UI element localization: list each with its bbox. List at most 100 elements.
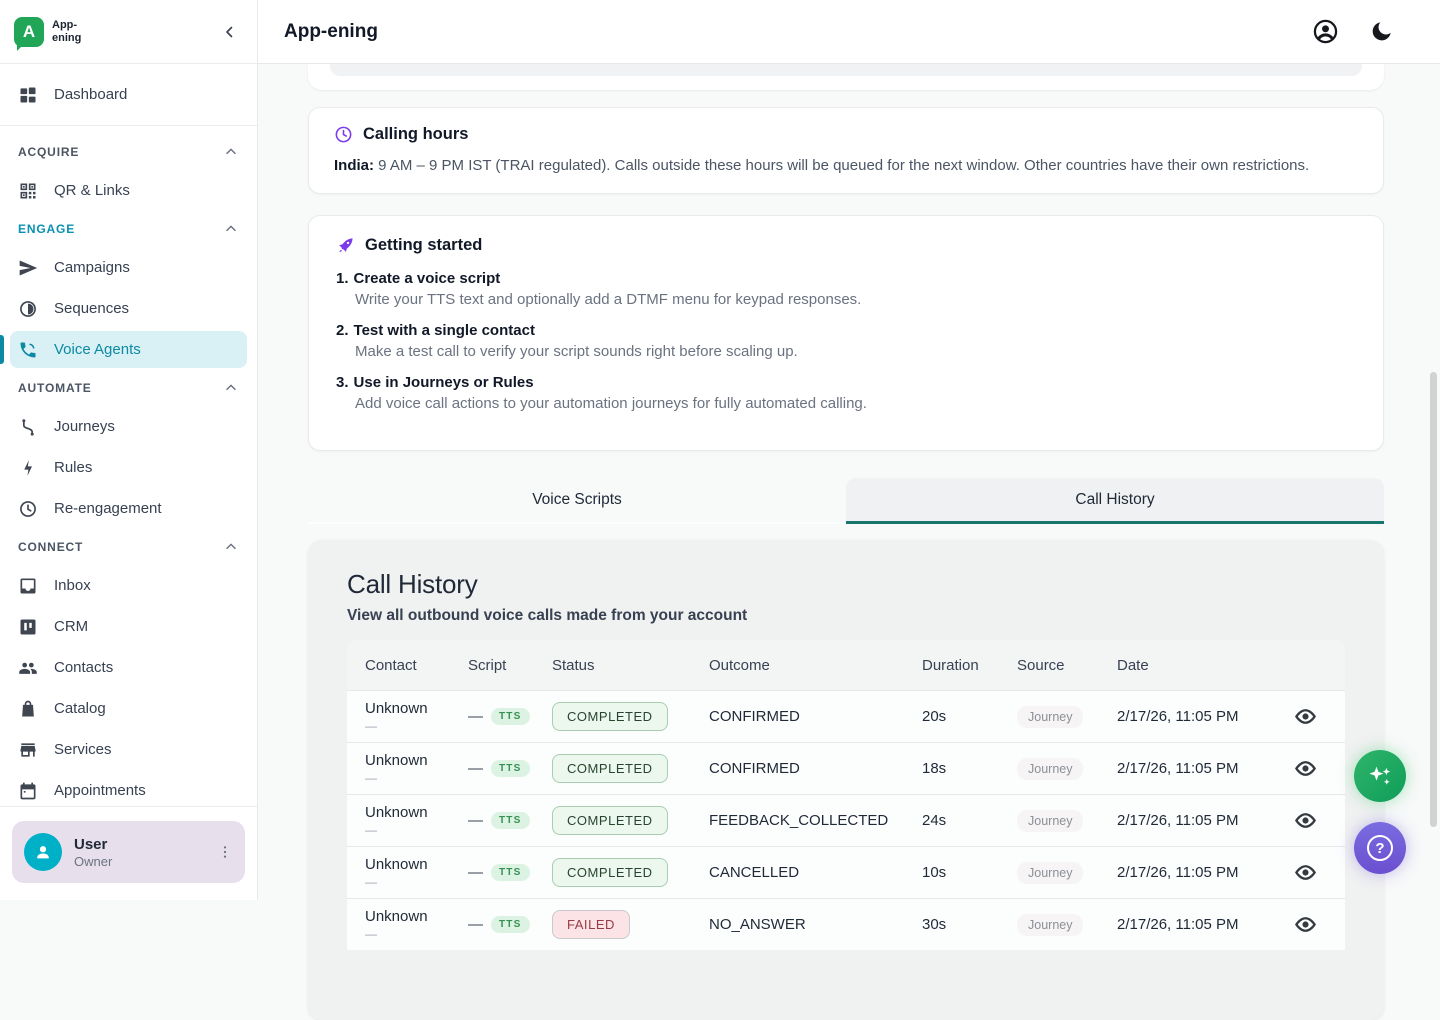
getting-started-title: Getting started xyxy=(365,236,482,255)
sidebar-item-rules[interactable]: Rules xyxy=(0,447,257,488)
sidebar-item-inbox[interactable]: Inbox xyxy=(0,565,257,606)
calling-hours-title: Calling hours xyxy=(363,125,468,144)
sidebar-item-crm[interactable]: CRM xyxy=(0,606,257,647)
journey-icon xyxy=(18,417,38,437)
sidebar-nav: ACQUIRE QR & Links ENGAGE Campaigns xyxy=(0,126,257,806)
section-label: CONNECT xyxy=(18,540,83,554)
sidebar-item-label: QR & Links xyxy=(54,182,130,199)
sidebar-footer: User Owner xyxy=(0,806,257,900)
eye-icon xyxy=(1294,861,1317,884)
sidebar-item-dashboard[interactable]: Dashboard xyxy=(0,64,257,126)
sidebar-item-voice-agents[interactable]: Voice Agents xyxy=(10,331,247,368)
sidebar-item-label: CRM xyxy=(54,618,88,635)
contact-sub: — xyxy=(365,875,468,889)
sidebar-item-sequences[interactable]: Sequences xyxy=(0,288,257,329)
section-label: ACQUIRE xyxy=(18,145,79,159)
topbar: App-ening xyxy=(258,0,1440,64)
sidebar-item-services[interactable]: Services xyxy=(0,729,257,770)
view-call-button[interactable] xyxy=(1294,913,1317,936)
duration-value: 24s xyxy=(922,812,1017,829)
calling-hours-text: India: 9 AM – 9 PM IST (TRAI regulated).… xyxy=(334,157,1358,174)
eye-icon xyxy=(1294,757,1317,780)
sidebar-item-re-engagement[interactable]: Re-engagement xyxy=(0,488,257,529)
view-call-button[interactable] xyxy=(1294,705,1317,728)
sidebar-item-qr-links[interactable]: QR & Links xyxy=(0,170,257,211)
people-icon xyxy=(18,658,38,678)
section-label: ENGAGE xyxy=(18,222,75,236)
contact-name: Unknown xyxy=(365,700,468,717)
account-icon xyxy=(1312,18,1339,45)
bag-icon xyxy=(18,699,38,719)
sidebar-item-journeys[interactable]: Journeys xyxy=(0,406,257,447)
help-button[interactable]: ? xyxy=(1354,822,1406,874)
dark-mode-moon-icon xyxy=(1369,19,1394,44)
chevron-up-icon xyxy=(223,144,239,160)
duration-value: 30s xyxy=(922,916,1017,933)
bolt-icon xyxy=(18,458,38,478)
call-history-title: Call History xyxy=(347,569,1345,600)
sidebar-item-contacts[interactable]: Contacts xyxy=(0,647,257,688)
sidebar-section-automate[interactable]: AUTOMATE xyxy=(0,370,257,406)
ai-assistant-button[interactable] xyxy=(1354,750,1406,802)
dark-mode-toggle[interactable] xyxy=(1367,17,1396,46)
send-icon xyxy=(18,258,38,278)
tts-badge: TTS xyxy=(491,760,530,777)
view-call-button[interactable] xyxy=(1294,757,1317,780)
outcome-value: NO_ANSWER xyxy=(709,916,922,933)
kanban-icon xyxy=(18,617,38,637)
sidebar-section-acquire[interactable]: ACQUIRE xyxy=(0,134,257,170)
column-header-script: Script xyxy=(468,657,552,674)
phone-call-icon xyxy=(18,340,38,360)
getting-started-step: 2.Test with a single contact Make a test… xyxy=(336,322,1356,360)
user-meta: User Owner xyxy=(74,836,203,869)
view-call-button[interactable] xyxy=(1294,809,1317,832)
eye-icon xyxy=(1294,809,1317,832)
date-value: 2/17/26, 11:05 PM xyxy=(1117,864,1265,881)
source-badge: Journey xyxy=(1017,706,1083,728)
script-name: — xyxy=(468,864,483,881)
getting-started-step: 3. Use in Journeys or Rules Add voice cal… xyxy=(336,374,1356,412)
sidebar-item-campaigns[interactable]: Campaigns xyxy=(0,247,257,288)
scrollbar[interactable] xyxy=(1430,372,1437,827)
contact-name: Unknown xyxy=(365,856,468,873)
step-description: Add voice call actions to your automatio… xyxy=(355,395,1356,412)
column-header-duration: Duration xyxy=(922,657,1017,674)
sidebar-item-label: Catalog xyxy=(54,700,106,717)
column-header-contact: Contact xyxy=(347,657,468,674)
chevron-up-icon xyxy=(223,539,239,555)
main-content: Calling hours India: 9 AM – 9 PM IST (TR… xyxy=(258,64,1440,900)
view-call-button[interactable] xyxy=(1294,861,1317,884)
sidebar-item-catalog[interactable]: Catalog xyxy=(0,688,257,729)
step-description: Write your TTS text and optionally add a… xyxy=(355,291,1356,308)
user-menu-button[interactable] xyxy=(215,842,235,862)
sidebar-item-label: Sequences xyxy=(54,300,129,317)
tab-call-history[interactable]: Call History xyxy=(846,478,1384,524)
sidebar-item-appointments[interactable]: Appointments xyxy=(0,770,257,806)
step-number: 3. xyxy=(336,374,349,391)
sidebar-collapse-button[interactable] xyxy=(219,21,241,43)
active-indicator xyxy=(0,335,4,364)
table-row: Unknown— —TTS COMPLETED FEEDBACK_COLLECT… xyxy=(347,794,1345,846)
sidebar-item-label: Services xyxy=(54,741,112,758)
column-header-outcome: Outcome xyxy=(709,657,922,674)
table-header-row: Contact Script Status Outcome Duration S… xyxy=(347,640,1345,690)
sidebar-item-label: Dashboard xyxy=(54,86,127,103)
step-description: Make a test call to verify your script s… xyxy=(355,343,1356,360)
calendar-icon xyxy=(18,781,38,801)
date-value: 2/17/26, 11:05 PM xyxy=(1117,916,1265,933)
sequence-icon xyxy=(18,299,38,319)
table-row: Unknown— —TTS COMPLETED CANCELLED 10s Jo… xyxy=(347,846,1345,898)
step-title: Use in Journeys or Rules xyxy=(354,374,534,391)
sidebar-item-label: Contacts xyxy=(54,659,113,676)
sidebar-section-engage[interactable]: ENGAGE xyxy=(0,211,257,247)
dashboard-icon xyxy=(18,85,38,105)
account-button[interactable] xyxy=(1310,16,1341,47)
user-card[interactable]: User Owner xyxy=(12,821,245,883)
tab-voice-scripts[interactable]: Voice Scripts xyxy=(308,478,846,524)
user-role: Owner xyxy=(74,854,203,869)
sidebar: A App-ening Dashboard ACQUIRE xyxy=(0,0,258,900)
duration-value: 20s xyxy=(922,708,1017,725)
scrolled-card-bottom xyxy=(308,64,1384,90)
contact-name: Unknown xyxy=(365,804,468,821)
sidebar-section-connect[interactable]: CONNECT xyxy=(0,529,257,565)
